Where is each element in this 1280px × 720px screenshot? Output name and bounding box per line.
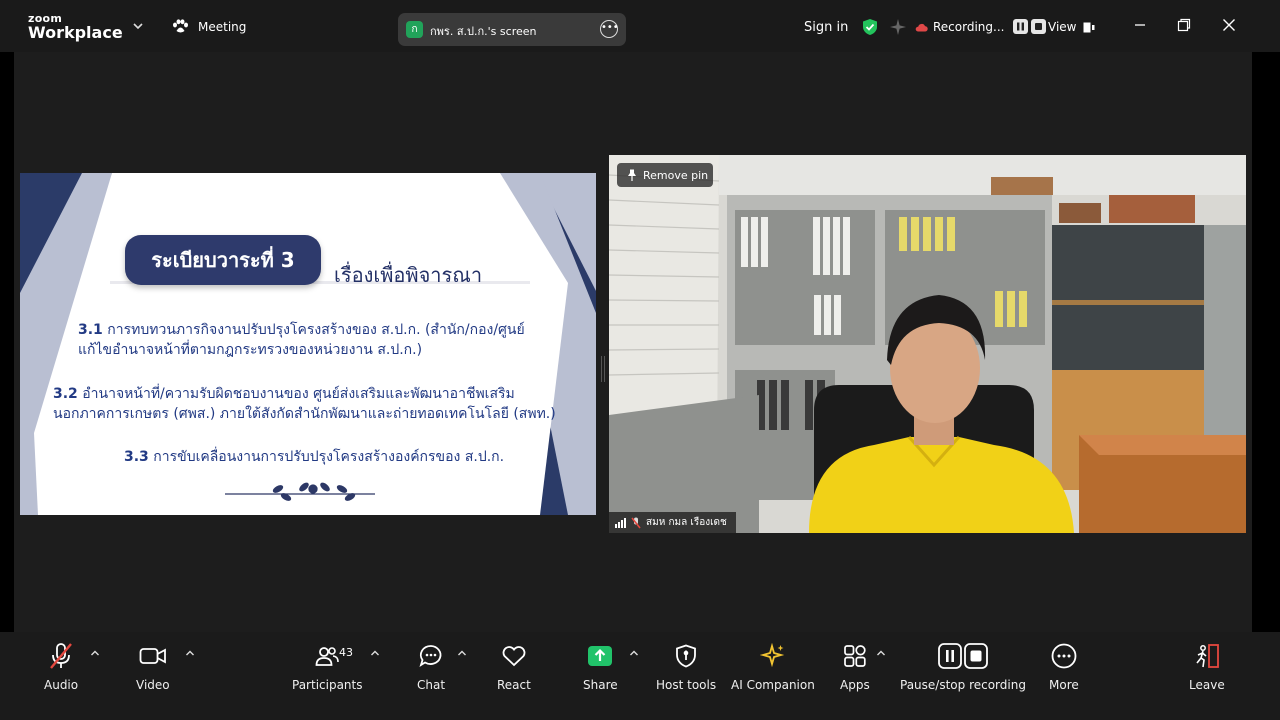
close-icon[interactable]: [1222, 18, 1236, 32]
zoom-logo: zoom Workplace: [28, 13, 123, 41]
heart-icon: [502, 646, 526, 667]
participant-video-tile[interactable]: [609, 155, 1246, 533]
react-label: React: [497, 678, 531, 692]
stop-icon[interactable]: [1031, 19, 1047, 34]
shared-screen-slide: ระเบียบวาระที่ 3 เรื่องเพื่อพิจารณา 3.1 …: [20, 173, 596, 515]
pause-stop-icon: [938, 643, 988, 669]
slide-subtitle: เรื่องเพื่อพิจารณา: [334, 263, 483, 287]
participant-name-tag: สมห กมล เรืองเดช: [609, 512, 736, 533]
shield-icon: [676, 644, 696, 668]
host-tools-label: Host tools: [656, 678, 717, 692]
minimize-icon[interactable]: [1133, 18, 1147, 32]
mic-muted-icon: [631, 517, 641, 528]
ai-sparkle-icon: [759, 643, 785, 668]
ai-companion-label: AI Companion: [731, 678, 815, 692]
remove-pin-label: Remove pin: [643, 168, 709, 182]
share-button[interactable]: Share: [583, 640, 618, 692]
meeting-label: Meeting: [198, 19, 247, 34]
share-screen-icon: [588, 646, 613, 666]
video-button[interactable]: Video: [136, 640, 170, 692]
view-menu[interactable]: View: [1048, 20, 1095, 34]
audio-options-caret-icon[interactable]: [90, 649, 100, 657]
view-label: View: [1048, 20, 1077, 34]
more-button[interactable]: More: [1049, 640, 1079, 692]
paw-icon: [173, 19, 188, 33]
item-text: อำนาจหน้าที่/ความรับผิดชอบงานของ ศูนย์ส่…: [82, 386, 515, 402]
slide-item: 3.2 อำนาจหน้าที่/ความรับผิดชอบงานของ ศูน…: [53, 383, 515, 405]
shield-check-icon[interactable]: [862, 18, 878, 36]
chat-icon: [419, 645, 442, 668]
chevron-down-icon[interactable]: [132, 21, 144, 31]
more-label: More: [1049, 678, 1079, 692]
recording-indicator[interactable]: Recording...: [915, 19, 1047, 34]
meeting-toolbar: Audio Video Participants 43 Chat React S…: [0, 632, 1280, 720]
audio-label: Audio: [44, 678, 79, 692]
slide-item-continuation: นอกภาคการเกษตร (ศพส.) ภายใต้สังกัดสำนักพ…: [53, 406, 556, 422]
participant-name: สมห กมล เรืองเดช: [646, 517, 727, 528]
participants-options-caret-icon[interactable]: [370, 649, 380, 657]
host-tools-button[interactable]: Host tools: [656, 640, 716, 692]
meeting-menu[interactable]: Meeting: [172, 19, 246, 34]
split-divider-handle[interactable]: [601, 356, 605, 382]
participants-count: 43: [339, 646, 353, 659]
participant-video: [609, 155, 1246, 533]
ai-companion-button[interactable]: AI Companion: [731, 640, 815, 692]
item-number: 3.3: [124, 449, 149, 465]
chat-button[interactable]: Chat: [417, 640, 445, 692]
slide-item: 3.3 การขับเคลื่อนงานการปรับปรุงโครงสร้าง…: [124, 446, 504, 468]
chat-options-caret-icon[interactable]: [457, 649, 467, 657]
title-bar: zoom Workplace Meeting ก กพร. ส.ป.ก.'s s…: [0, 0, 1280, 52]
slide-item: 3.1 การทบทวนภารกิจงานปรับปรุงโครงสร้างขอ…: [78, 319, 525, 341]
participants-icon: [315, 647, 340, 666]
react-button[interactable]: React: [497, 640, 531, 692]
apps-options-caret-icon[interactable]: [876, 649, 886, 657]
video-options-caret-icon[interactable]: [185, 649, 195, 657]
signal-strength-icon: [615, 517, 626, 528]
sparkle-icon[interactable]: [889, 18, 907, 36]
slide-item-continuation: แก้ไขอำนาจหน้าที่ตามกฎกระทรวงของหน่วยงาน…: [78, 342, 423, 358]
pause-stop-label: Pause/stop recording: [900, 678, 1026, 692]
video-camera-icon: [139, 648, 166, 664]
cloud-icon: [915, 23, 928, 31]
video-label: Video: [136, 678, 170, 692]
view-layout-icon: [1083, 22, 1095, 32]
item-text: การทบทวนภารกิจงานปรับปรุงโครงสร้างของ ส.…: [107, 322, 525, 338]
pause-icon[interactable]: [1013, 19, 1029, 34]
share-label: Share: [583, 678, 618, 692]
leave-label: Leave: [1189, 678, 1225, 692]
recording-label: Recording...: [933, 19, 1005, 34]
more-icon: [1051, 643, 1077, 669]
slide-title: ระเบียบวาระที่ 3: [125, 235, 321, 285]
leave-exit-icon: [1196, 644, 1219, 668]
apps-button[interactable]: Apps: [840, 640, 870, 692]
audio-button[interactable]: Audio: [44, 640, 78, 692]
share-options-caret-icon[interactable]: [629, 649, 639, 657]
item-number: 3.2: [53, 386, 78, 402]
brand-workplace: Workplace: [28, 23, 123, 42]
item-number: 3.1: [78, 322, 103, 338]
remove-pin-button[interactable]: Remove pin: [617, 163, 713, 187]
mic-muted-icon: [50, 643, 72, 669]
share-status-label: กพร. ส.ป.ก.'s screen: [430, 25, 537, 38]
apps-label: Apps: [840, 678, 870, 692]
sign-in-link[interactable]: Sign in: [804, 20, 848, 35]
more-options-icon[interactable]: •••: [600, 20, 619, 38]
leave-button[interactable]: Leave: [1189, 640, 1225, 692]
chat-label: Chat: [417, 678, 446, 692]
restore-icon[interactable]: [1177, 18, 1191, 32]
item-text: การขับเคลื่อนงานการปรับปรุงโครงสร้างองค์…: [153, 449, 505, 465]
apps-icon: [843, 645, 866, 667]
sharer-avatar: ก: [406, 21, 423, 38]
participants-label: Participants: [292, 678, 363, 692]
pin-icon: [628, 169, 636, 181]
pause-stop-recording-button[interactable]: Pause/stop recording: [900, 640, 1026, 692]
share-status-pill[interactable]: ก กพร. ส.ป.ก.'s screen •••: [398, 13, 626, 46]
